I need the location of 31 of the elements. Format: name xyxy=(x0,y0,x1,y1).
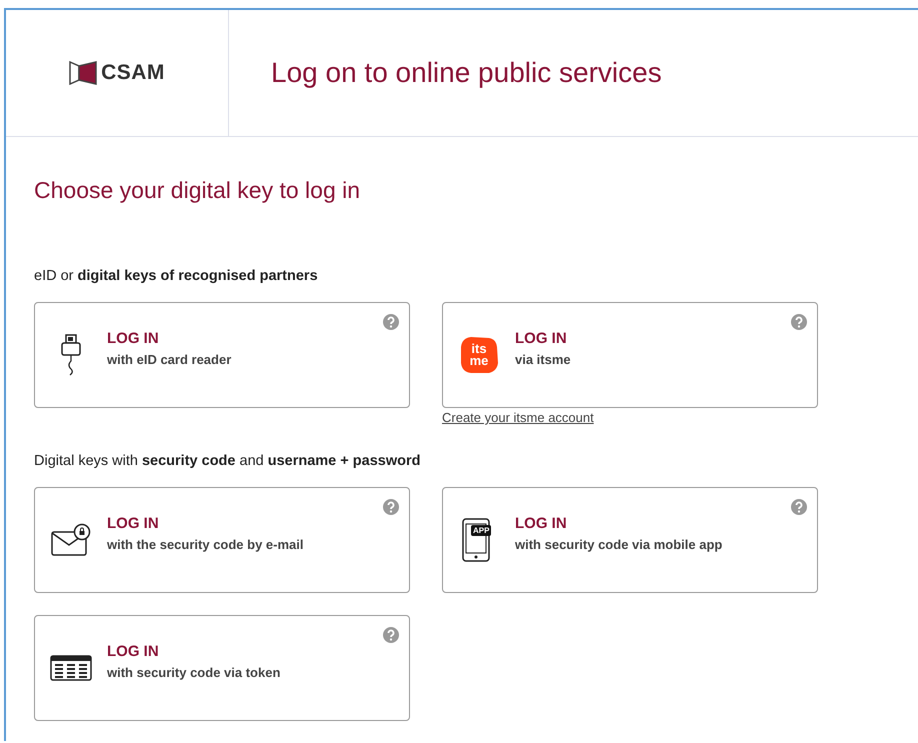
create-account-link[interactable]: Create your itsme account xyxy=(442,410,594,425)
login-method: with security code via token xyxy=(107,664,280,680)
login-label: LOG IN xyxy=(515,514,568,532)
token-icon xyxy=(50,655,92,681)
login-option-card[interactable]: LOG IN with the security code by e-mail xyxy=(34,487,410,593)
logo-icon xyxy=(69,61,98,85)
card-reader-icon xyxy=(60,334,82,376)
login-method: with security code via mobile app xyxy=(515,536,722,552)
help-icon[interactable] xyxy=(383,314,399,330)
login-label: LOG IN xyxy=(107,642,160,660)
login-method: with eID card reader xyxy=(107,352,232,366)
itsme-logo: its me xyxy=(459,335,499,375)
help-icon[interactable] xyxy=(383,627,399,643)
login-option-card[interactable]: APP LOG IN with security code via mobile app xyxy=(442,487,818,593)
section-heading: Choose your digital key to log in xyxy=(34,177,362,204)
help-icon[interactable] xyxy=(791,499,807,515)
login-method: with the security code by e-mail xyxy=(107,536,304,552)
group-title: Digital keys with security code and username + password xyxy=(34,453,422,469)
login-option-card[interactable]: LOG IN with security code via token xyxy=(34,615,410,721)
help-icon[interactable] xyxy=(383,499,399,515)
login-option-card[interactable]: its me LOG IN via itsme xyxy=(442,302,818,408)
page-title: Log on to online public services xyxy=(271,57,662,89)
help-icon[interactable] xyxy=(791,314,807,330)
logo-text: CSAM xyxy=(101,61,165,85)
login-label: LOG IN xyxy=(107,514,160,532)
login-label: LOG IN xyxy=(107,330,160,346)
login-method: via itsme xyxy=(515,352,571,366)
login-option-card[interactable]: LOG IN with eID card reader xyxy=(34,302,410,408)
login-label: LOG IN xyxy=(515,330,568,346)
envelope-lock-icon xyxy=(51,523,91,557)
group-title: eID or digital keys of recognised partners xyxy=(34,268,319,284)
